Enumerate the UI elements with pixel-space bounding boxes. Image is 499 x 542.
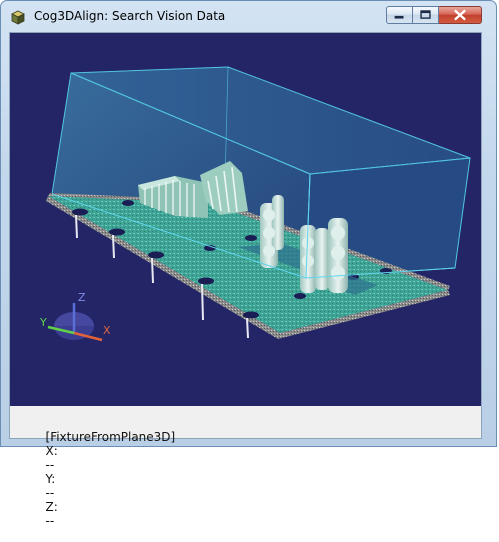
y-label: Y:	[45, 472, 56, 486]
3d-scene: Z X Y	[39, 66, 471, 342]
x-axis-label: X	[103, 324, 111, 337]
axis-triad: Z X Y	[39, 291, 111, 342]
z-label: Z:	[45, 500, 58, 514]
maximize-button[interactable]	[413, 6, 439, 24]
status-bar: [FixtureFromPlane3D] X: -- Y: -- Z: --	[10, 406, 481, 528]
x-label: X:	[45, 444, 58, 458]
title-bar[interactable]: Cog3DAlign: Search Vision Data	[1, 1, 496, 31]
close-icon	[454, 9, 466, 21]
application-window: Cog3DAlign: Search Vision Data Z X Y [Fi…	[0, 0, 497, 528]
client-area: Z X Y [FixtureFromPlane3D] X: -- Y: -- Z…	[9, 32, 482, 528]
coordinate-readout: [FixtureFromPlane3D] X: -- Y: -- Z: --	[15, 416, 176, 542]
minimize-button[interactable]	[386, 6, 413, 24]
z-axis-label: Z	[78, 291, 86, 304]
window-title: Cog3DAlign: Search Vision Data	[34, 9, 226, 23]
3d-viewport[interactable]: Z X Y	[10, 33, 481, 406]
cube-app-icon	[11, 10, 25, 25]
x-value: --	[45, 458, 55, 472]
y-axis-label: Y	[39, 316, 47, 329]
y-value: --	[45, 486, 55, 500]
maximize-icon	[420, 10, 431, 19]
z-value: --	[45, 514, 55, 528]
close-button[interactable]	[439, 6, 482, 24]
minimize-icon	[394, 15, 404, 19]
fixture-name: [FixtureFromPlane3D]	[45, 430, 176, 444]
